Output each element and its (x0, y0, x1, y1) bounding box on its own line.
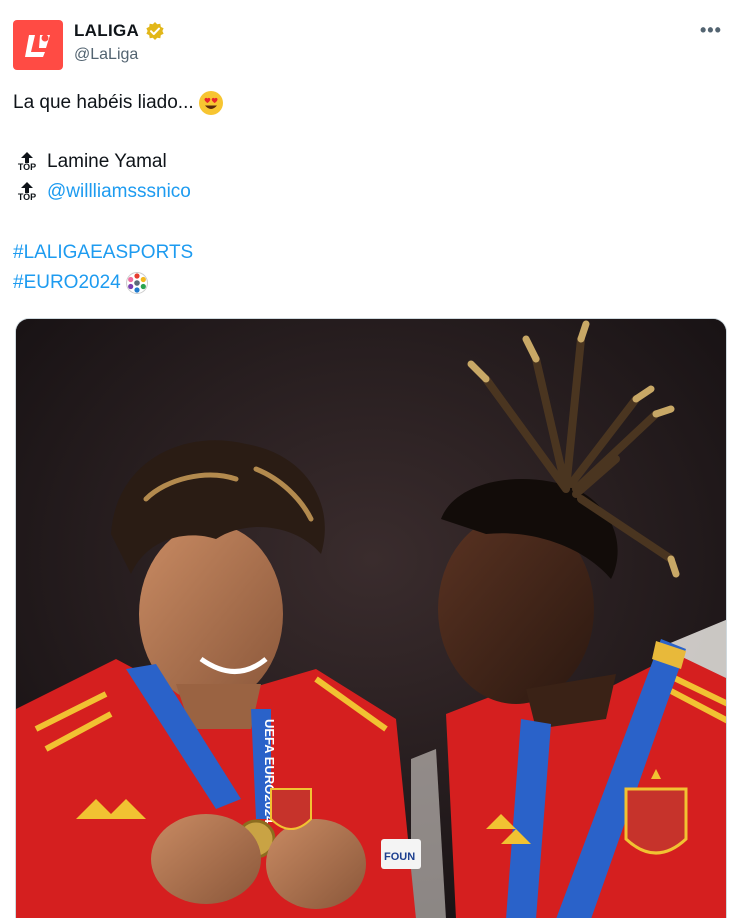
display-name[interactable]: LALIGA (74, 21, 139, 41)
top-arrow-icon: TOP (13, 182, 41, 202)
top-arrow-icon: TOP (13, 152, 41, 172)
tweet-photo[interactable]: UEFA EURO2024 FOUN (15, 318, 727, 918)
hashtag-euro2024[interactable]: #EURO2024 (13, 271, 121, 295)
tweet-text: La que habéis liado... (13, 92, 194, 113)
laliga-logo-icon (25, 34, 50, 57)
author-info: LALIGA @LaLiga (74, 21, 165, 64)
handle[interactable]: @LaLiga (74, 46, 165, 64)
smiling-face-heart-eyes-icon (198, 91, 223, 115)
more-options-icon[interactable]: ••• (700, 20, 729, 42)
verified-badge-icon (146, 22, 164, 40)
hashtag-laligaeasports[interactable]: #LALIGAEASPORTS (13, 242, 193, 263)
top-line-2: TOP @willliamsssnico (13, 180, 191, 204)
tweet-card: LALIGA @LaLiga ••• La que habéis liado..… (0, 0, 729, 918)
top-line-1: TOP Lamine Yamal (13, 150, 167, 174)
photo-illustration: UEFA EURO2024 FOUN (16, 319, 726, 918)
mention-link[interactable]: @willliamsssnico (47, 180, 191, 204)
hashtag-line-2: #EURO2024 (13, 271, 149, 295)
euro2024-logo-icon (125, 272, 148, 294)
avatar[interactable] (13, 20, 63, 70)
tweet-text-line: La que habéis liado... (13, 90, 224, 116)
mention-plain: Lamine Yamal (47, 151, 167, 172)
hashtag-line-1: #LALIGAEASPORTS (13, 241, 193, 265)
jersey-badge-text: FOUN (384, 851, 415, 863)
